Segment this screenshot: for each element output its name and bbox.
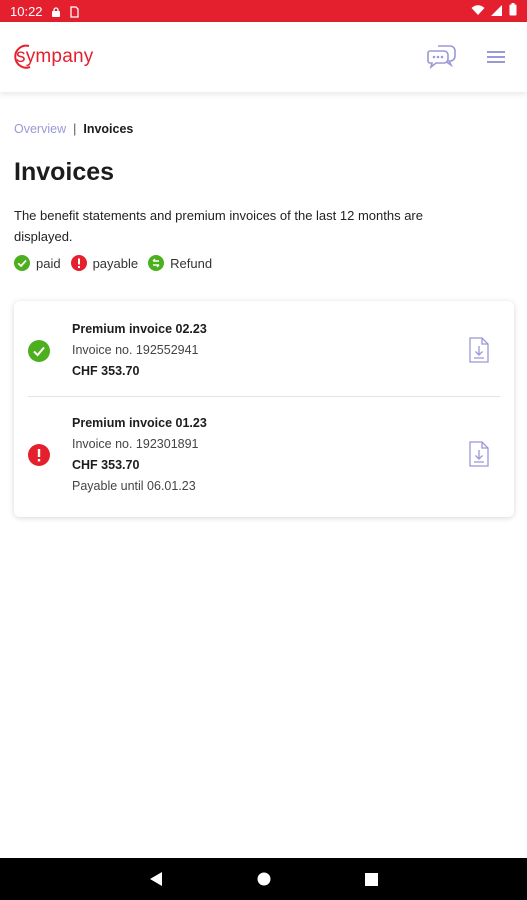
legend-refund: Refund <box>148 255 212 271</box>
invoice-amount: CHF 353.70 <box>72 458 140 472</box>
page-description: The benefit statements and premium invoi… <box>14 208 423 244</box>
invoice-item[interactable]: Premium invoice 01.23 Invoice no. 192301… <box>28 396 500 517</box>
status-legend: paid payable Refund <box>14 255 514 271</box>
system-nav-bar <box>0 858 527 900</box>
recents-icon[interactable] <box>365 872 378 886</box>
refund-icon <box>148 255 165 271</box>
status-bar: 10:22 <box>0 0 527 22</box>
legend-paid: paid <box>14 255 61 271</box>
legend-refund-label: Refund <box>170 255 213 271</box>
page-title: Invoices <box>14 158 115 186</box>
sim-icon <box>69 6 79 18</box>
breadcrumb-separator: | <box>73 122 77 136</box>
signal-icon <box>491 4 503 19</box>
chat-icon[interactable] <box>425 40 459 74</box>
home-icon[interactable] <box>257 872 271 886</box>
back-icon[interactable] <box>149 871 163 887</box>
invoice-amount: CHF 353.70 <box>72 364 140 378</box>
invoice-name: Premium invoice 02.23 <box>72 322 207 336</box>
battery-icon <box>509 3 517 19</box>
breadcrumb-current: Invoices <box>83 122 134 136</box>
main-content: Overview | Invoices Invoices The benefit… <box>14 92 514 517</box>
invoice-list-card: Premium invoice 02.23 Invoice no. 192552… <box>14 301 514 517</box>
legend-payable-label: payable <box>92 255 139 271</box>
download-pdf-icon[interactable] <box>468 336 492 365</box>
download-pdf-icon[interactable] <box>468 441 492 469</box>
menu-icon[interactable] <box>479 40 513 74</box>
breadcrumb-overview-link[interactable]: Overview <box>14 122 66 136</box>
logo-text: sympany <box>16 46 94 67</box>
app-header: sympany <box>0 22 527 92</box>
invoice-item[interactable]: Premium invoice 02.23 Invoice no. 192552… <box>28 301 500 396</box>
payable-alert-icon <box>28 444 50 466</box>
paid-check-icon <box>14 255 30 271</box>
paid-check-icon <box>28 339 50 362</box>
sympany-logo[interactable]: sympany <box>14 44 94 69</box>
invoice-number: Invoice no. 192552941 <box>72 343 199 357</box>
invoice-due-date: Payable until 06.01.23 <box>72 479 196 493</box>
wifi-icon <box>471 4 485 19</box>
legend-payable: payable <box>70 255 139 271</box>
legend-paid-label: paid <box>36 255 61 271</box>
status-time: 10:22 <box>10 3 43 19</box>
invoice-name: Premium invoice 01.23 <box>72 416 207 430</box>
lock-icon <box>51 6 61 17</box>
payable-alert-icon <box>70 255 87 271</box>
breadcrumb: Overview | Invoices <box>14 122 514 136</box>
invoice-number: Invoice no. 192301891 <box>72 437 199 451</box>
